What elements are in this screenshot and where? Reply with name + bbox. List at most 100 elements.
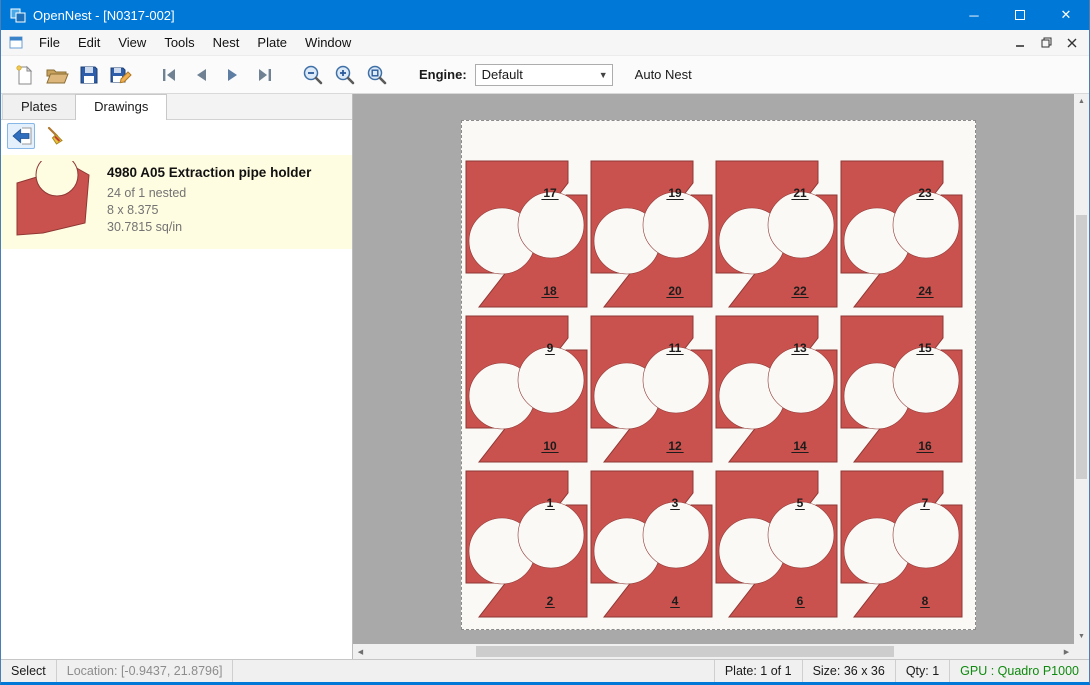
new-button[interactable] (9, 60, 41, 90)
part-number: 23 (918, 186, 932, 200)
h-scrollbar[interactable]: ◀ ▶ (353, 644, 1074, 659)
zoom-out-button[interactable] (297, 60, 329, 90)
pipe-cutout (893, 192, 959, 258)
minimize-button[interactable]: ─ (951, 0, 997, 30)
status-location: Location: [-0.9437, 21.8796] (57, 660, 234, 682)
status-size: Size: 36 x 36 (802, 660, 895, 682)
last-plate-button[interactable] (249, 60, 281, 90)
nest-pair: 23 24 (841, 161, 962, 307)
drawing-list-item[interactable]: 4980 A05 Extraction pipe holder 24 of 1 … (1, 155, 352, 249)
v-scrollbar[interactable]: ▲ ▼ (1074, 94, 1089, 644)
plate[interactable]: 171819202122232491011121314151612345678 (461, 120, 976, 630)
child-restore-icon (1041, 37, 1052, 48)
nest-pair: 12 (466, 471, 587, 617)
part-number: 2 (547, 594, 554, 608)
pipe-cutout (518, 347, 584, 413)
nest-pair: 9 10 (466, 316, 587, 462)
scroll-left-icon[interactable]: ◀ (353, 644, 368, 659)
blue-arrow-page-icon (10, 125, 32, 147)
part-number: 24 (918, 284, 932, 298)
chevron-down-icon: ▼ (595, 70, 612, 80)
menu-item-edit[interactable]: Edit (69, 31, 109, 54)
save-button[interactable] (73, 60, 105, 90)
h-scroll-thumb[interactable] (476, 646, 894, 657)
open-button[interactable] (41, 60, 73, 90)
drawing-title: 4980 A05 Extraction pipe holder (107, 165, 311, 180)
child-minimize-icon (1015, 38, 1025, 48)
menubar: File Edit View Tools Nest Plate Window (1, 30, 1089, 56)
prev-plate-button[interactable] (185, 60, 217, 90)
tab-drawings[interactable]: Drawings (75, 94, 167, 120)
menu-item-tools[interactable]: Tools (155, 31, 203, 54)
v-scroll-thumb[interactable] (1076, 215, 1087, 479)
sidebar-tabs: Plates Drawings (1, 94, 352, 120)
child-close-button[interactable] (1061, 33, 1083, 53)
part-number: 8 (922, 594, 929, 608)
menu-item-view[interactable]: View (109, 31, 155, 54)
part-number: 21 (793, 186, 807, 200)
part-number: 4 (672, 594, 679, 608)
nest-pair: 78 (841, 471, 962, 617)
clean-button[interactable] (41, 123, 69, 149)
menu-item-file[interactable]: File (30, 31, 69, 54)
first-arrow-icon (158, 64, 180, 86)
part-number: 3 (672, 496, 679, 510)
reload-drawing-button[interactable] (7, 123, 35, 149)
zoom-out-icon (301, 63, 325, 87)
nest-pair: 13 14 (716, 316, 837, 462)
pipe-cutout (643, 502, 709, 568)
part-number: 11 (669, 341, 682, 355)
part-number: 7 (922, 496, 929, 510)
part-number: 13 (793, 341, 807, 355)
prev-arrow-icon (190, 64, 212, 86)
mdi-child-icon[interactable] (9, 35, 24, 50)
scrollbar-corner (1074, 644, 1089, 659)
tab-plates[interactable]: Plates (2, 94, 76, 119)
minimize-icon: ─ (969, 8, 978, 23)
part-number: 22 (793, 284, 807, 298)
child-close-icon (1067, 38, 1077, 48)
part-number: 14 (793, 439, 807, 453)
app-window: OpenNest - [N0317-002] ─ ✕ File Edit Vie… (0, 0, 1090, 685)
part-number: 12 (668, 439, 682, 453)
saveas-button[interactable] (105, 60, 137, 90)
nest-canvas[interactable]: 171819202122232491011121314151612345678 … (353, 94, 1089, 659)
part-number: 17 (543, 186, 557, 200)
pipe-cutout (893, 502, 959, 568)
pipe-cutout (518, 192, 584, 258)
menu-item-plate[interactable]: Plate (248, 31, 296, 54)
close-icon: ✕ (1061, 7, 1072, 23)
sidebar: Plates Drawings (1, 94, 353, 659)
maximize-button[interactable] (997, 0, 1043, 30)
part-number: 1 (547, 496, 554, 510)
close-button[interactable]: ✕ (1043, 0, 1089, 30)
zoom-in-icon (333, 63, 357, 87)
auto-nest-button[interactable]: Auto Nest (627, 63, 700, 86)
nest-pair: 11 12 (591, 316, 712, 462)
scroll-up-icon[interactable]: ▲ (1074, 94, 1089, 109)
statusbar: Select Location: [-0.9437, 21.8796] Plat… (1, 659, 1089, 682)
child-restore-button[interactable] (1035, 33, 1057, 53)
next-arrow-icon (222, 64, 244, 86)
part-number: 9 (547, 341, 554, 355)
zoom-fit-button[interactable] (361, 60, 393, 90)
pipe-cutout (768, 502, 834, 568)
sidebar-toolbar (1, 120, 352, 152)
part-number: 18 (543, 284, 557, 298)
nest-pair: 34 (591, 471, 712, 617)
part-number: 6 (797, 594, 804, 608)
scroll-right-icon[interactable]: ▶ (1059, 644, 1074, 659)
child-minimize-button[interactable] (1009, 33, 1031, 53)
scroll-down-icon[interactable]: ▼ (1074, 629, 1089, 644)
nest-pair: 56 (716, 471, 837, 617)
menu-item-nest[interactable]: Nest (204, 31, 249, 54)
window-title: OpenNest - [N0317-002] (33, 8, 175, 23)
engine-select[interactable]: Default ▼ (475, 64, 613, 86)
zoom-in-button[interactable] (329, 60, 361, 90)
first-plate-button[interactable] (153, 60, 185, 90)
part-number: 20 (668, 284, 682, 298)
next-plate-button[interactable] (217, 60, 249, 90)
menu-item-window[interactable]: Window (296, 31, 360, 54)
part-number: 10 (543, 439, 557, 453)
pipe-cutout (768, 192, 834, 258)
